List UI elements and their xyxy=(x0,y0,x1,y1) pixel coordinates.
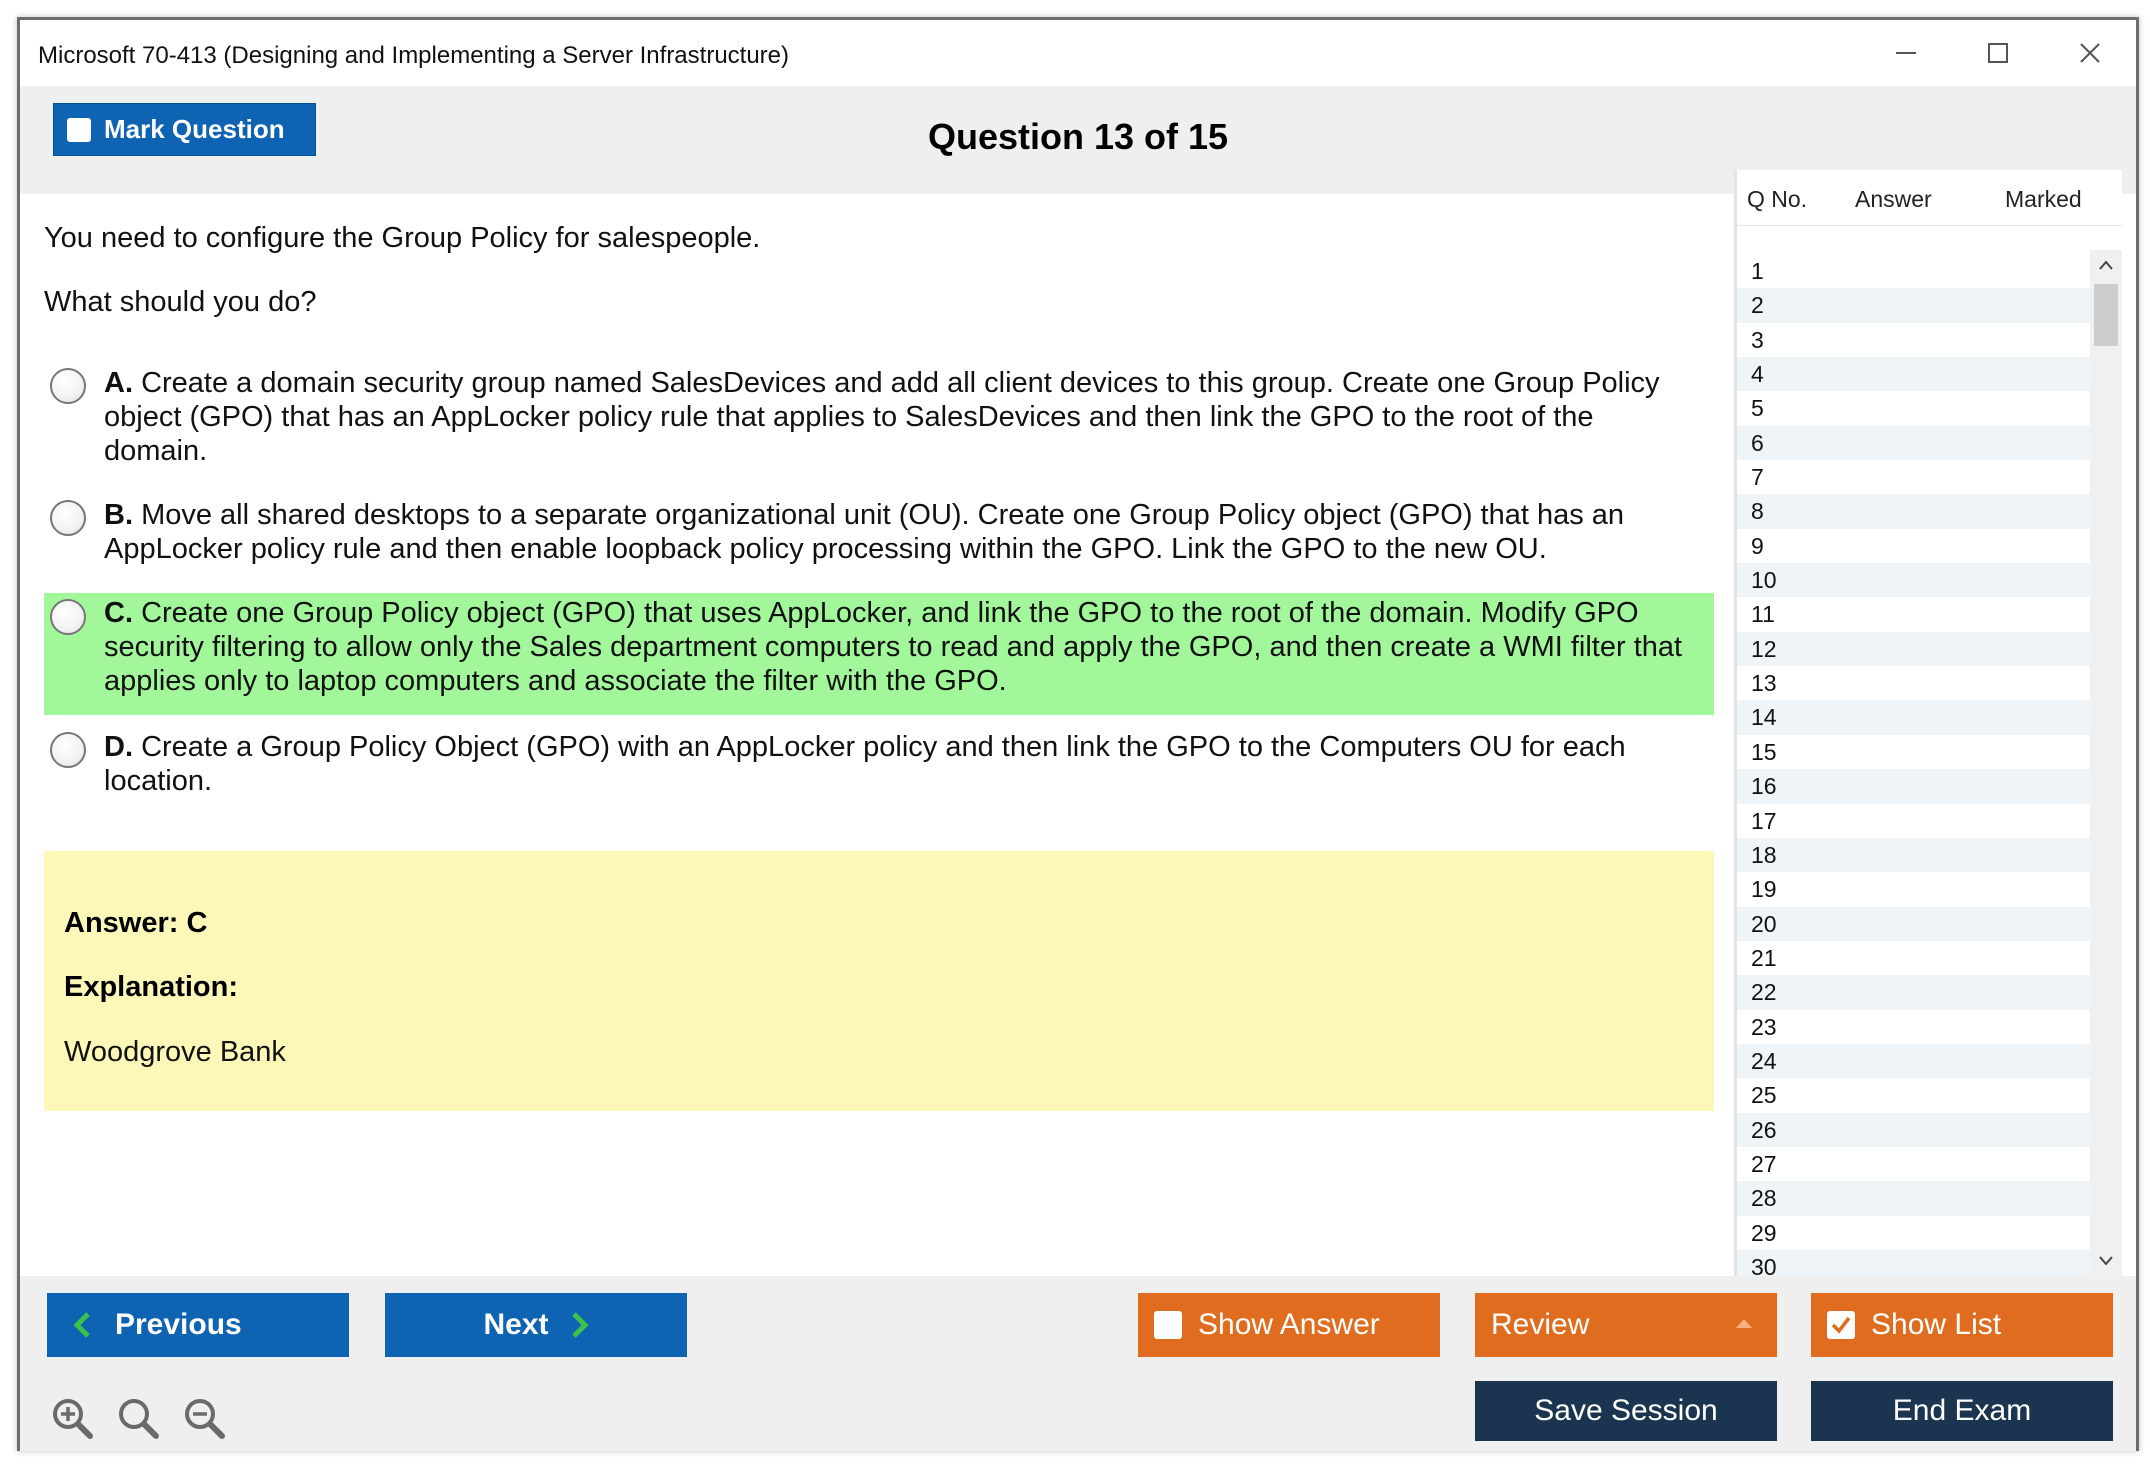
question-list-row[interactable]: 3 xyxy=(1737,323,2103,357)
question-list-row[interactable]: 2 xyxy=(1737,288,2103,323)
previous-label: Previous xyxy=(115,1308,242,1341)
close-icon xyxy=(2080,43,2100,63)
show-list-checkbox-icon xyxy=(1827,1311,1855,1339)
window-title: Microsoft 70-413 (Designing and Implemen… xyxy=(38,42,790,69)
checkmark-icon xyxy=(1831,1316,1851,1334)
review-label: Review xyxy=(1491,1308,1590,1341)
zoom-in-icon[interactable] xyxy=(50,1396,94,1440)
end-exam-button[interactable]: End Exam xyxy=(1811,1381,2113,1441)
question-list-row[interactable]: 21 xyxy=(1737,941,2103,975)
question-list-row[interactable]: 24 xyxy=(1737,1043,2103,1079)
question-list-row[interactable]: 6 xyxy=(1737,425,2103,461)
col-header-qno[interactable]: Q No. xyxy=(1747,186,1807,213)
question-list-panel: Q No. Answer Marked 1 2 3 4 5 6 7 8 9 10 11 12 13 14 1… xyxy=(1734,170,2122,1285)
option-a[interactable]: A. Create a domain security group named … xyxy=(44,366,1714,467)
question-list-row[interactable]: 15 xyxy=(1737,735,2103,769)
question-list-row[interactable]: 17 xyxy=(1737,804,2103,838)
question-list-row[interactable]: 18 xyxy=(1737,837,2103,873)
question-prompt: You need to configure the Group Policy f… xyxy=(44,222,761,254)
question-list-header: Q No. Answer Marked xyxy=(1737,170,2122,226)
review-dropdown[interactable]: Review xyxy=(1475,1293,1777,1357)
zoom-out-icon[interactable] xyxy=(182,1396,226,1440)
save-session-button[interactable]: Save Session xyxy=(1475,1381,1777,1441)
maximize-button[interactable] xyxy=(1952,20,2044,86)
question-list-row[interactable]: 11 xyxy=(1737,597,2103,631)
question-list-row[interactable]: 12 xyxy=(1737,631,2103,667)
question-list-row[interactable]: 8 xyxy=(1737,494,2103,529)
minimize-button[interactable] xyxy=(1860,20,1952,86)
radio-option-d[interactable] xyxy=(50,732,86,768)
answer-line: Answer: C xyxy=(64,907,208,939)
save-session-label: Save Session xyxy=(1534,1394,1718,1427)
question-list-row[interactable]: 5 xyxy=(1737,391,2103,425)
question-list-row[interactable]: 23 xyxy=(1737,1010,2103,1044)
explanation-text: Woodgrove Bank xyxy=(64,1036,286,1068)
zoom-reset-icon[interactable] xyxy=(116,1396,160,1440)
option-d-text: D. Create a Group Policy Object (GPO) wi… xyxy=(104,731,1626,797)
chevron-left-icon xyxy=(73,1312,90,1338)
question-list-row[interactable]: 20 xyxy=(1737,906,2103,941)
radio-option-a[interactable] xyxy=(50,368,86,404)
question-list-row[interactable]: 19 xyxy=(1737,872,2103,906)
caret-up-icon xyxy=(1736,1319,1752,1328)
question-list-row[interactable]: 22 xyxy=(1737,975,2103,1010)
scroll-thumb[interactable] xyxy=(2094,284,2118,346)
question-list-row[interactable]: 14 xyxy=(1737,700,2103,735)
show-list-label: Show List xyxy=(1871,1308,2002,1341)
option-b-text: B. Move all shared desktops to a separat… xyxy=(104,499,1625,565)
option-a-text: A. Create a domain security group named … xyxy=(104,367,1660,467)
radio-option-b[interactable] xyxy=(50,500,86,536)
maximize-icon xyxy=(1988,43,2008,63)
radio-option-c[interactable] xyxy=(50,599,86,635)
question-list-row[interactable]: 16 xyxy=(1737,769,2103,804)
question-list-row[interactable]: 1 xyxy=(1737,254,2103,288)
window-controls xyxy=(1860,20,2136,86)
scroll-down-button[interactable] xyxy=(2090,1246,2122,1276)
question-list-row[interactable]: 28 xyxy=(1737,1181,2103,1216)
question-list-row[interactable]: 9 xyxy=(1737,529,2103,563)
previous-button[interactable]: Previous xyxy=(47,1293,349,1357)
question-title: Question 13 of 15 xyxy=(927,116,1229,157)
question-list-scrollbar[interactable] xyxy=(2090,250,2122,1276)
chevron-up-icon xyxy=(2099,260,2113,270)
show-list-button[interactable]: Show List xyxy=(1811,1293,2113,1357)
question-content: You need to configure the Group Policy f… xyxy=(20,194,1734,1276)
question-list-row[interactable]: 10 xyxy=(1737,563,2103,598)
show-answer-button[interactable]: Show Answer xyxy=(1138,1293,1440,1357)
next-button[interactable]: Next xyxy=(385,1293,687,1357)
col-header-marked[interactable]: Marked xyxy=(2005,186,2082,213)
exam-window: Microsoft 70-413 (Designing and Implemen… xyxy=(17,17,2139,1451)
zoom-tools xyxy=(50,1396,226,1440)
next-label: Next xyxy=(483,1308,549,1341)
show-answer-checkbox-icon xyxy=(1154,1311,1182,1339)
option-b[interactable]: B. Move all shared desktops to a separat… xyxy=(44,498,1714,568)
question-list-row[interactable]: 4 xyxy=(1737,357,2103,392)
title-bar: Microsoft 70-413 (Designing and Implemen… xyxy=(20,20,2136,86)
col-header-answer[interactable]: Answer xyxy=(1855,186,1932,213)
option-d[interactable]: D. Create a Group Policy Object (GPO) wi… xyxy=(44,730,1714,800)
footer-toolbar: Previous Next Show Answer Review Show Li… xyxy=(20,1276,2136,1451)
question-list-row[interactable]: 25 xyxy=(1737,1078,2103,1112)
question-list-row[interactable]: 26 xyxy=(1737,1112,2103,1147)
scroll-up-button[interactable] xyxy=(2090,250,2122,280)
option-c-text: C. Create one Group Policy object (GPO) … xyxy=(104,597,1683,697)
question-ask: What should you do? xyxy=(44,286,317,318)
close-button[interactable] xyxy=(2044,20,2136,86)
option-c[interactable]: C. Create one Group Policy object (GPO) … xyxy=(44,593,1714,715)
show-answer-label: Show Answer xyxy=(1198,1308,1380,1341)
end-exam-label: End Exam xyxy=(1892,1394,2032,1427)
minimize-icon xyxy=(1896,52,1916,54)
explanation-label: Explanation: xyxy=(64,971,239,1003)
question-list-row[interactable]: 13 xyxy=(1737,666,2103,700)
question-list-row[interactable]: 27 xyxy=(1737,1147,2103,1181)
chevron-right-icon xyxy=(571,1312,589,1338)
question-list: 1 2 3 4 5 6 7 8 9 10 11 12 13 14 15 16 17 18 19 20 21 22 23 24 2… xyxy=(1737,254,2103,1285)
question-list-row[interactable]: 29 xyxy=(1737,1216,2103,1250)
chevron-down-icon xyxy=(2099,1256,2113,1266)
answer-panel: Answer: C Explanation: Woodgrove Bank xyxy=(44,851,1714,1111)
question-list-row[interactable]: 7 xyxy=(1737,460,2103,494)
